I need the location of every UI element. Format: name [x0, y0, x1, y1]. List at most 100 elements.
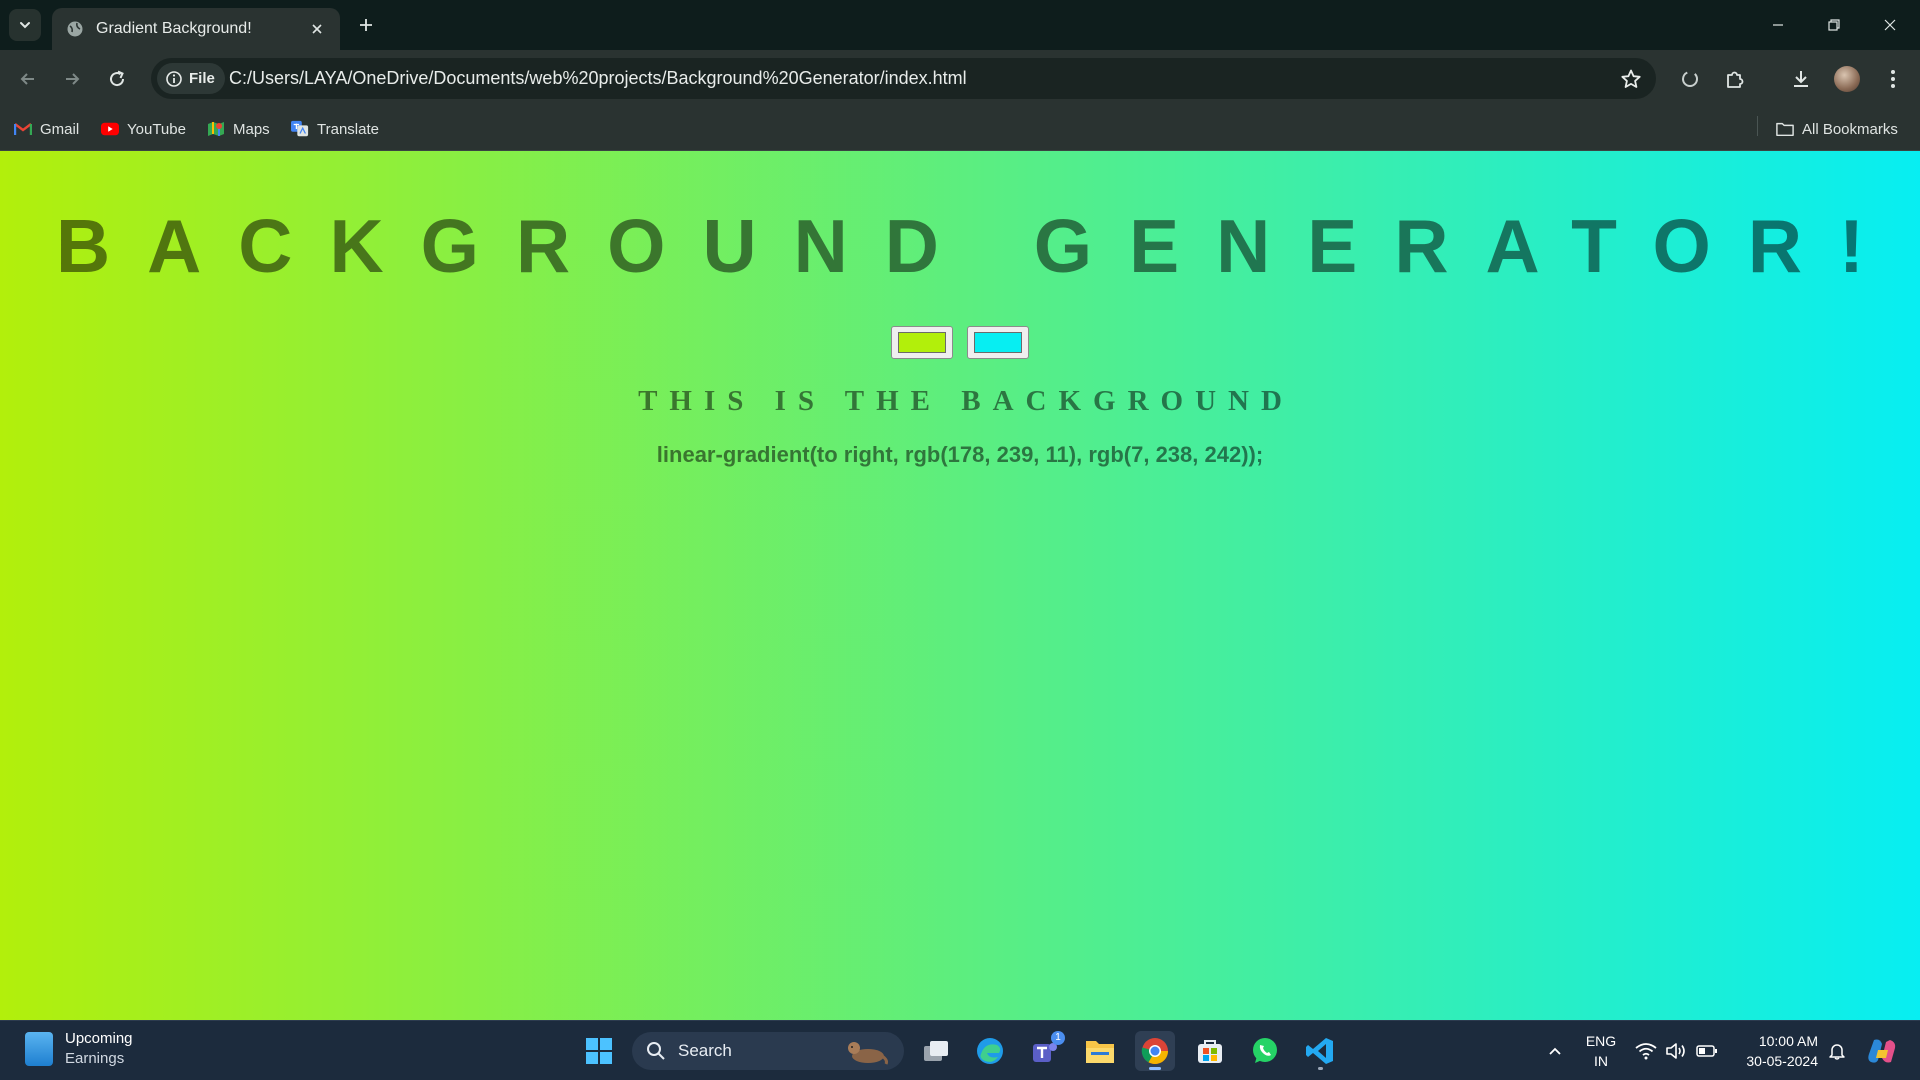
close-window-button[interactable]	[1862, 0, 1918, 50]
downloads-button[interactable]	[1786, 64, 1816, 94]
clock-date: 30-05-2024	[1746, 1053, 1818, 1069]
notification-badge: 1	[1051, 1031, 1065, 1045]
language-indicator[interactable]: ENG IN	[1583, 1031, 1619, 1071]
vscode-icon	[1306, 1038, 1333, 1064]
taskbar-search[interactable]: Search	[632, 1032, 904, 1070]
new-tab-button[interactable]	[352, 11, 380, 39]
notifications-button[interactable]	[1824, 1031, 1850, 1071]
tab-close-icon[interactable]	[306, 18, 328, 40]
search-label: Search	[678, 1041, 732, 1060]
extensions-button[interactable]	[1720, 64, 1750, 94]
minimize-button[interactable]	[1750, 0, 1806, 50]
task-view-button[interactable]	[916, 1031, 956, 1071]
color-picker-2[interactable]	[967, 326, 1029, 359]
battery-icon	[1696, 1045, 1717, 1057]
widgets-button[interactable]: Upcoming Earnings	[25, 1029, 133, 1069]
color-swatch-1	[898, 332, 946, 353]
language-line-2: IN	[1594, 1053, 1608, 1069]
otter-icon	[848, 1042, 888, 1065]
restore-icon	[1828, 19, 1840, 31]
copilot-button[interactable]	[1864, 1031, 1900, 1071]
notification-bell-icon	[1829, 1044, 1845, 1060]
file-explorer-button[interactable]	[1080, 1031, 1120, 1071]
search-icon	[647, 1042, 665, 1060]
star-icon	[1621, 69, 1641, 88]
chrome-button[interactable]	[1135, 1031, 1175, 1071]
battery-status[interactable]	[1694, 1031, 1720, 1071]
site-info-chip[interactable]: File	[157, 63, 225, 94]
bookmark-label: YouTube	[127, 120, 186, 138]
bookmark-youtube[interactable]: YouTube	[101, 117, 186, 141]
wifi-status[interactable]	[1633, 1031, 1659, 1071]
forward-button[interactable]	[56, 63, 88, 95]
folder-icon	[1086, 1041, 1114, 1063]
edge-icon	[977, 1038, 1003, 1064]
subheading: THIS IS THE BACKGROUND	[638, 385, 1294, 417]
tab-search-button[interactable]	[9, 9, 41, 41]
tab-title: Gradient Background!	[96, 20, 252, 37]
gmail-icon	[14, 120, 32, 138]
running-indicator	[1318, 1067, 1323, 1070]
windows-taskbar: Upcoming Earnings Search 1 ENG IN 10:00 …	[0, 1020, 1920, 1080]
bookmark-maps[interactable]: Maps	[207, 117, 270, 141]
menu-button[interactable]	[1878, 64, 1908, 94]
bookmark-label: Gmail	[40, 120, 80, 138]
widget-subtitle: Earnings	[65, 1050, 125, 1067]
bookmarks-divider	[1757, 116, 1758, 136]
bookmark-gmail[interactable]: Gmail	[14, 117, 79, 141]
volume-icon	[1666, 1043, 1685, 1059]
browser-tab[interactable]: Gradient Background!	[52, 8, 340, 50]
taskbar-clock[interactable]: 10:00 AM 30-05-2024	[1732, 1031, 1818, 1071]
translate-icon	[291, 120, 309, 138]
microsoft-store-button[interactable]	[1190, 1031, 1230, 1071]
widget-title: Upcoming	[65, 1030, 133, 1047]
whatsapp-button[interactable]	[1245, 1031, 1285, 1071]
tab-strip: Gradient Background!	[0, 0, 1920, 50]
chevron-up-icon	[1549, 1047, 1561, 1055]
maps-icon	[207, 120, 225, 138]
bookmark-label: Maps	[233, 120, 270, 138]
globe-icon	[66, 20, 84, 38]
color-pickers	[0, 326, 1920, 359]
sync-extension-button[interactable]	[1675, 64, 1705, 94]
chevron-down-icon	[20, 22, 30, 29]
clock-time: 10:00 AM	[1758, 1033, 1818, 1049]
bookmark-translate[interactable]: Translate	[291, 117, 379, 141]
back-button[interactable]	[12, 63, 44, 95]
vscode-button[interactable]	[1300, 1031, 1340, 1071]
whatsapp-icon	[1253, 1038, 1277, 1063]
more-vertical-icon	[1891, 70, 1895, 88]
download-icon	[1794, 71, 1808, 87]
color-picker-1[interactable]	[891, 326, 953, 359]
url-text[interactable]: C:/Users/LAYA/OneDrive/Documents/web%20p…	[229, 58, 967, 99]
css-output-text: linear-gradient(to right, rgb(178, 239, …	[656, 442, 1264, 467]
address-bar[interactable]: File C:/Users/LAYA/OneDrive/Documents/we…	[151, 58, 1656, 99]
close-icon	[1884, 19, 1896, 31]
wifi-icon	[1635, 1043, 1657, 1060]
browser-toolbar: File C:/Users/LAYA/OneDrive/Documents/we…	[0, 50, 1920, 107]
start-button[interactable]	[579, 1031, 619, 1071]
page-heading: BACKGROUND GENERATOR!	[55, 204, 1902, 288]
show-hidden-icons-button[interactable]	[1540, 1031, 1570, 1071]
teams-button[interactable]: 1	[1025, 1031, 1065, 1071]
arrow-right-icon	[66, 73, 80, 85]
reload-icon	[110, 70, 125, 87]
reload-button[interactable]	[101, 63, 133, 95]
store-icon	[1198, 1040, 1222, 1063]
all-bookmarks-button[interactable]: All Bookmarks	[1776, 117, 1898, 141]
edge-button[interactable]	[970, 1031, 1010, 1071]
windows-logo-icon	[586, 1038, 612, 1064]
youtube-icon	[101, 120, 119, 138]
restore-button[interactable]	[1806, 0, 1862, 50]
copilot-icon	[1868, 1039, 1896, 1063]
profile-avatar[interactable]	[1834, 66, 1860, 92]
site-info-label: File	[189, 70, 215, 87]
color-swatch-2	[974, 332, 1022, 353]
puzzle-icon	[1727, 71, 1744, 88]
volume-status[interactable]	[1663, 1031, 1689, 1071]
stock-widget-icon	[25, 1032, 53, 1066]
arrow-left-icon	[20, 73, 34, 85]
folder-icon	[1776, 120, 1794, 138]
bookmark-star-button[interactable]	[1618, 66, 1644, 92]
chrome-icon	[1141, 1038, 1169, 1065]
